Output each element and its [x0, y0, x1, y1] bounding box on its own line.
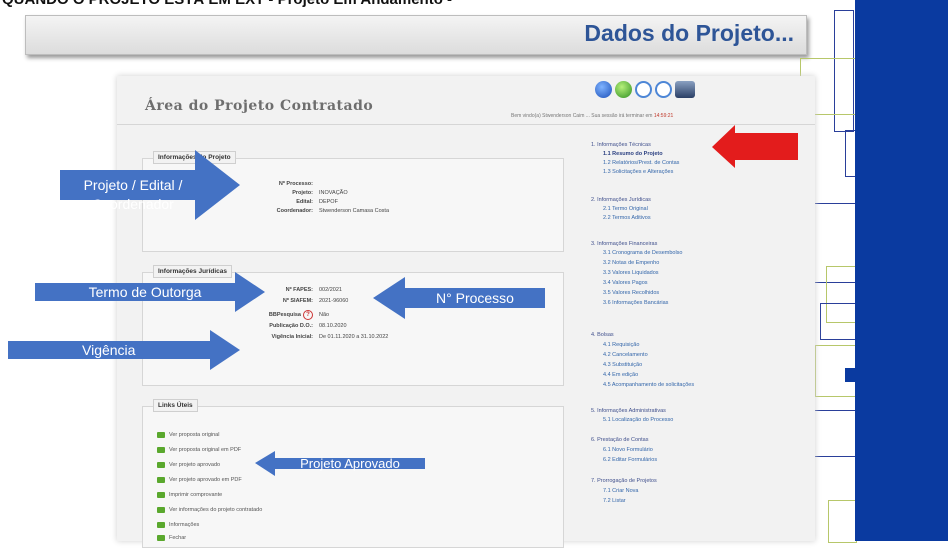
link-item[interactable]: Informações	[157, 522, 199, 528]
banner-title: Dados do Projeto...	[584, 20, 794, 46]
deco-rect	[828, 500, 857, 543]
useful-links-legend: Links Úteis	[153, 399, 198, 412]
menu-item[interactable]: 6.1 Novo Formulário	[603, 447, 653, 453]
welcome-text: Bem vindo(a) Stwenderson Caim ... Sua se…	[511, 113, 653, 119]
print-icon[interactable]	[675, 81, 695, 98]
check-icon	[157, 432, 165, 438]
menu-item[interactable]: 1.3 Solicitações e Alterações	[603, 169, 673, 175]
legal-info-legend: Informações Jurídicas	[153, 265, 232, 278]
menu-section-2[interactable]: 2. Informações Jurídicas	[591, 197, 651, 203]
callout-aprovado: Projeto Aprovado	[300, 456, 400, 471]
check-icon	[157, 447, 165, 453]
check-icon	[157, 535, 165, 541]
menu-section-1[interactable]: 1. Informações Técnicas	[591, 142, 651, 148]
project-info-box: Informações do Projeto Nº Processo: Proj…	[142, 151, 564, 252]
slide-heading: QUANDO O PROJETO ESTÁ EM EXT - Projeto E…	[2, 0, 452, 8]
menu-item[interactable]: 4.5 Acompanhamento de solicitações	[603, 382, 694, 388]
link-item[interactable]: Imprimir comprovante	[157, 492, 222, 498]
check-icon	[157, 507, 165, 513]
menu-item[interactable]: 4.1 Requisição	[603, 342, 639, 348]
app-screenshot: Área do Projeto Contratado Bem vindo(a) …	[117, 76, 815, 548]
field-bbpesquisa: BBPesquisa? Não	[268, 310, 330, 320]
toolbar	[595, 81, 695, 98]
menu-section-3[interactable]: 3. Informações Financeiras	[591, 241, 657, 247]
callout-vigencia: Vigência	[82, 342, 136, 358]
session-info: Bem vindo(a) Stwenderson Caim ... Sua se…	[511, 113, 673, 119]
field-publicacao: Publicação D.O.: 08.10.2020	[269, 323, 347, 329]
link-item[interactable]: Ver proposta original em PDF	[157, 447, 241, 453]
check-icon[interactable]	[615, 81, 632, 98]
menu-item[interactable]: 7.1 Criar Nova	[603, 488, 638, 494]
callout-processo: N° Processo	[436, 290, 514, 306]
menu-item[interactable]: 3.4 Valores Pagos	[603, 280, 648, 286]
menu-item[interactable]: 5.1 Localização do Processo	[603, 417, 673, 423]
menu-item[interactable]: 4.4 Em edição	[603, 372, 638, 378]
menu-section-4[interactable]: 4. Bolsas	[591, 332, 614, 338]
zoom-out-icon[interactable]	[655, 81, 672, 98]
zoom-in-icon[interactable]	[635, 81, 652, 98]
menu-item[interactable]: 1.1 Resumo do Projeto	[603, 151, 663, 157]
session-timer: 14:59:21	[653, 113, 674, 119]
deco-square	[845, 368, 855, 382]
menu-item[interactable]: 3.6 Informações Bancárias	[603, 300, 668, 306]
menu-section-5[interactable]: 5. Informações Administrativas	[591, 408, 666, 414]
menu-item[interactable]: 4.2 Cancelamento	[603, 352, 648, 358]
link-item[interactable]: Ver projeto aprovado	[157, 462, 220, 468]
menu-section-7[interactable]: 7. Prorrogação de Projetos	[591, 478, 657, 484]
project-info-legend: Informações do Projeto	[153, 151, 236, 164]
slide-banner: Dados do Projeto...	[25, 15, 807, 55]
menu-item[interactable]: 1.2 Relatórios/Prest. de Contas	[603, 160, 679, 166]
check-icon	[157, 522, 165, 528]
menu-item[interactable]: 3.5 Valores Recolhidos	[603, 290, 659, 296]
field-projeto: Projeto: INOVAÇÃO	[292, 190, 348, 196]
menu-item[interactable]: 3.3 Valores Liquidados	[603, 270, 659, 276]
field-processo: Nº Processo:	[278, 181, 313, 187]
menu-item[interactable]: 2.1 Termo Original	[603, 206, 648, 212]
menu-item[interactable]: 3.2 Notas de Empenho	[603, 260, 659, 266]
field-vigencia: Vigência Inicial: De 01.11.2020 a 31.10.2…	[271, 334, 389, 340]
link-item[interactable]: Ver proposta original	[157, 432, 219, 438]
useful-links-box: Links Úteis Ver proposta original Ver pr…	[142, 399, 564, 548]
menu-item[interactable]: 7.2 Listar	[603, 498, 626, 504]
callout-termo: Termo de Outorga	[88, 284, 202, 300]
check-icon	[157, 477, 165, 483]
deco-rect	[820, 303, 857, 340]
link-item[interactable]: Fechar	[157, 535, 186, 541]
menu-item[interactable]: 4.3 Substituição	[603, 362, 642, 368]
help-icon[interactable]: ?	[303, 310, 313, 320]
menu-section-6[interactable]: 6. Prestação de Contas	[591, 437, 648, 443]
menu-item[interactable]: 2.2 Termos Aditivos	[603, 215, 651, 221]
header-divider	[117, 124, 815, 125]
menu-item[interactable]: 6.2 Editar Formulários	[603, 457, 657, 463]
callout-projeto: Projeto / Edital / Coordenador	[83, 177, 183, 212]
link-item[interactable]: Ver projeto aprovado em PDF	[157, 477, 242, 483]
blue-side-panel	[855, 0, 948, 541]
back-icon[interactable]	[595, 81, 612, 98]
menu-item[interactable]: 3.1 Cronograma de Desembolso	[603, 250, 683, 256]
field-edital: Edital: DEPOF	[296, 199, 338, 205]
link-item[interactable]: Ver informações do projeto contratado	[157, 507, 262, 513]
check-icon	[157, 462, 165, 468]
app-title: Área do Projeto Contratado	[145, 98, 374, 114]
check-icon	[157, 492, 165, 498]
field-coordenador: Coordenador: Stwenderson Camasa Costa	[276, 208, 390, 214]
